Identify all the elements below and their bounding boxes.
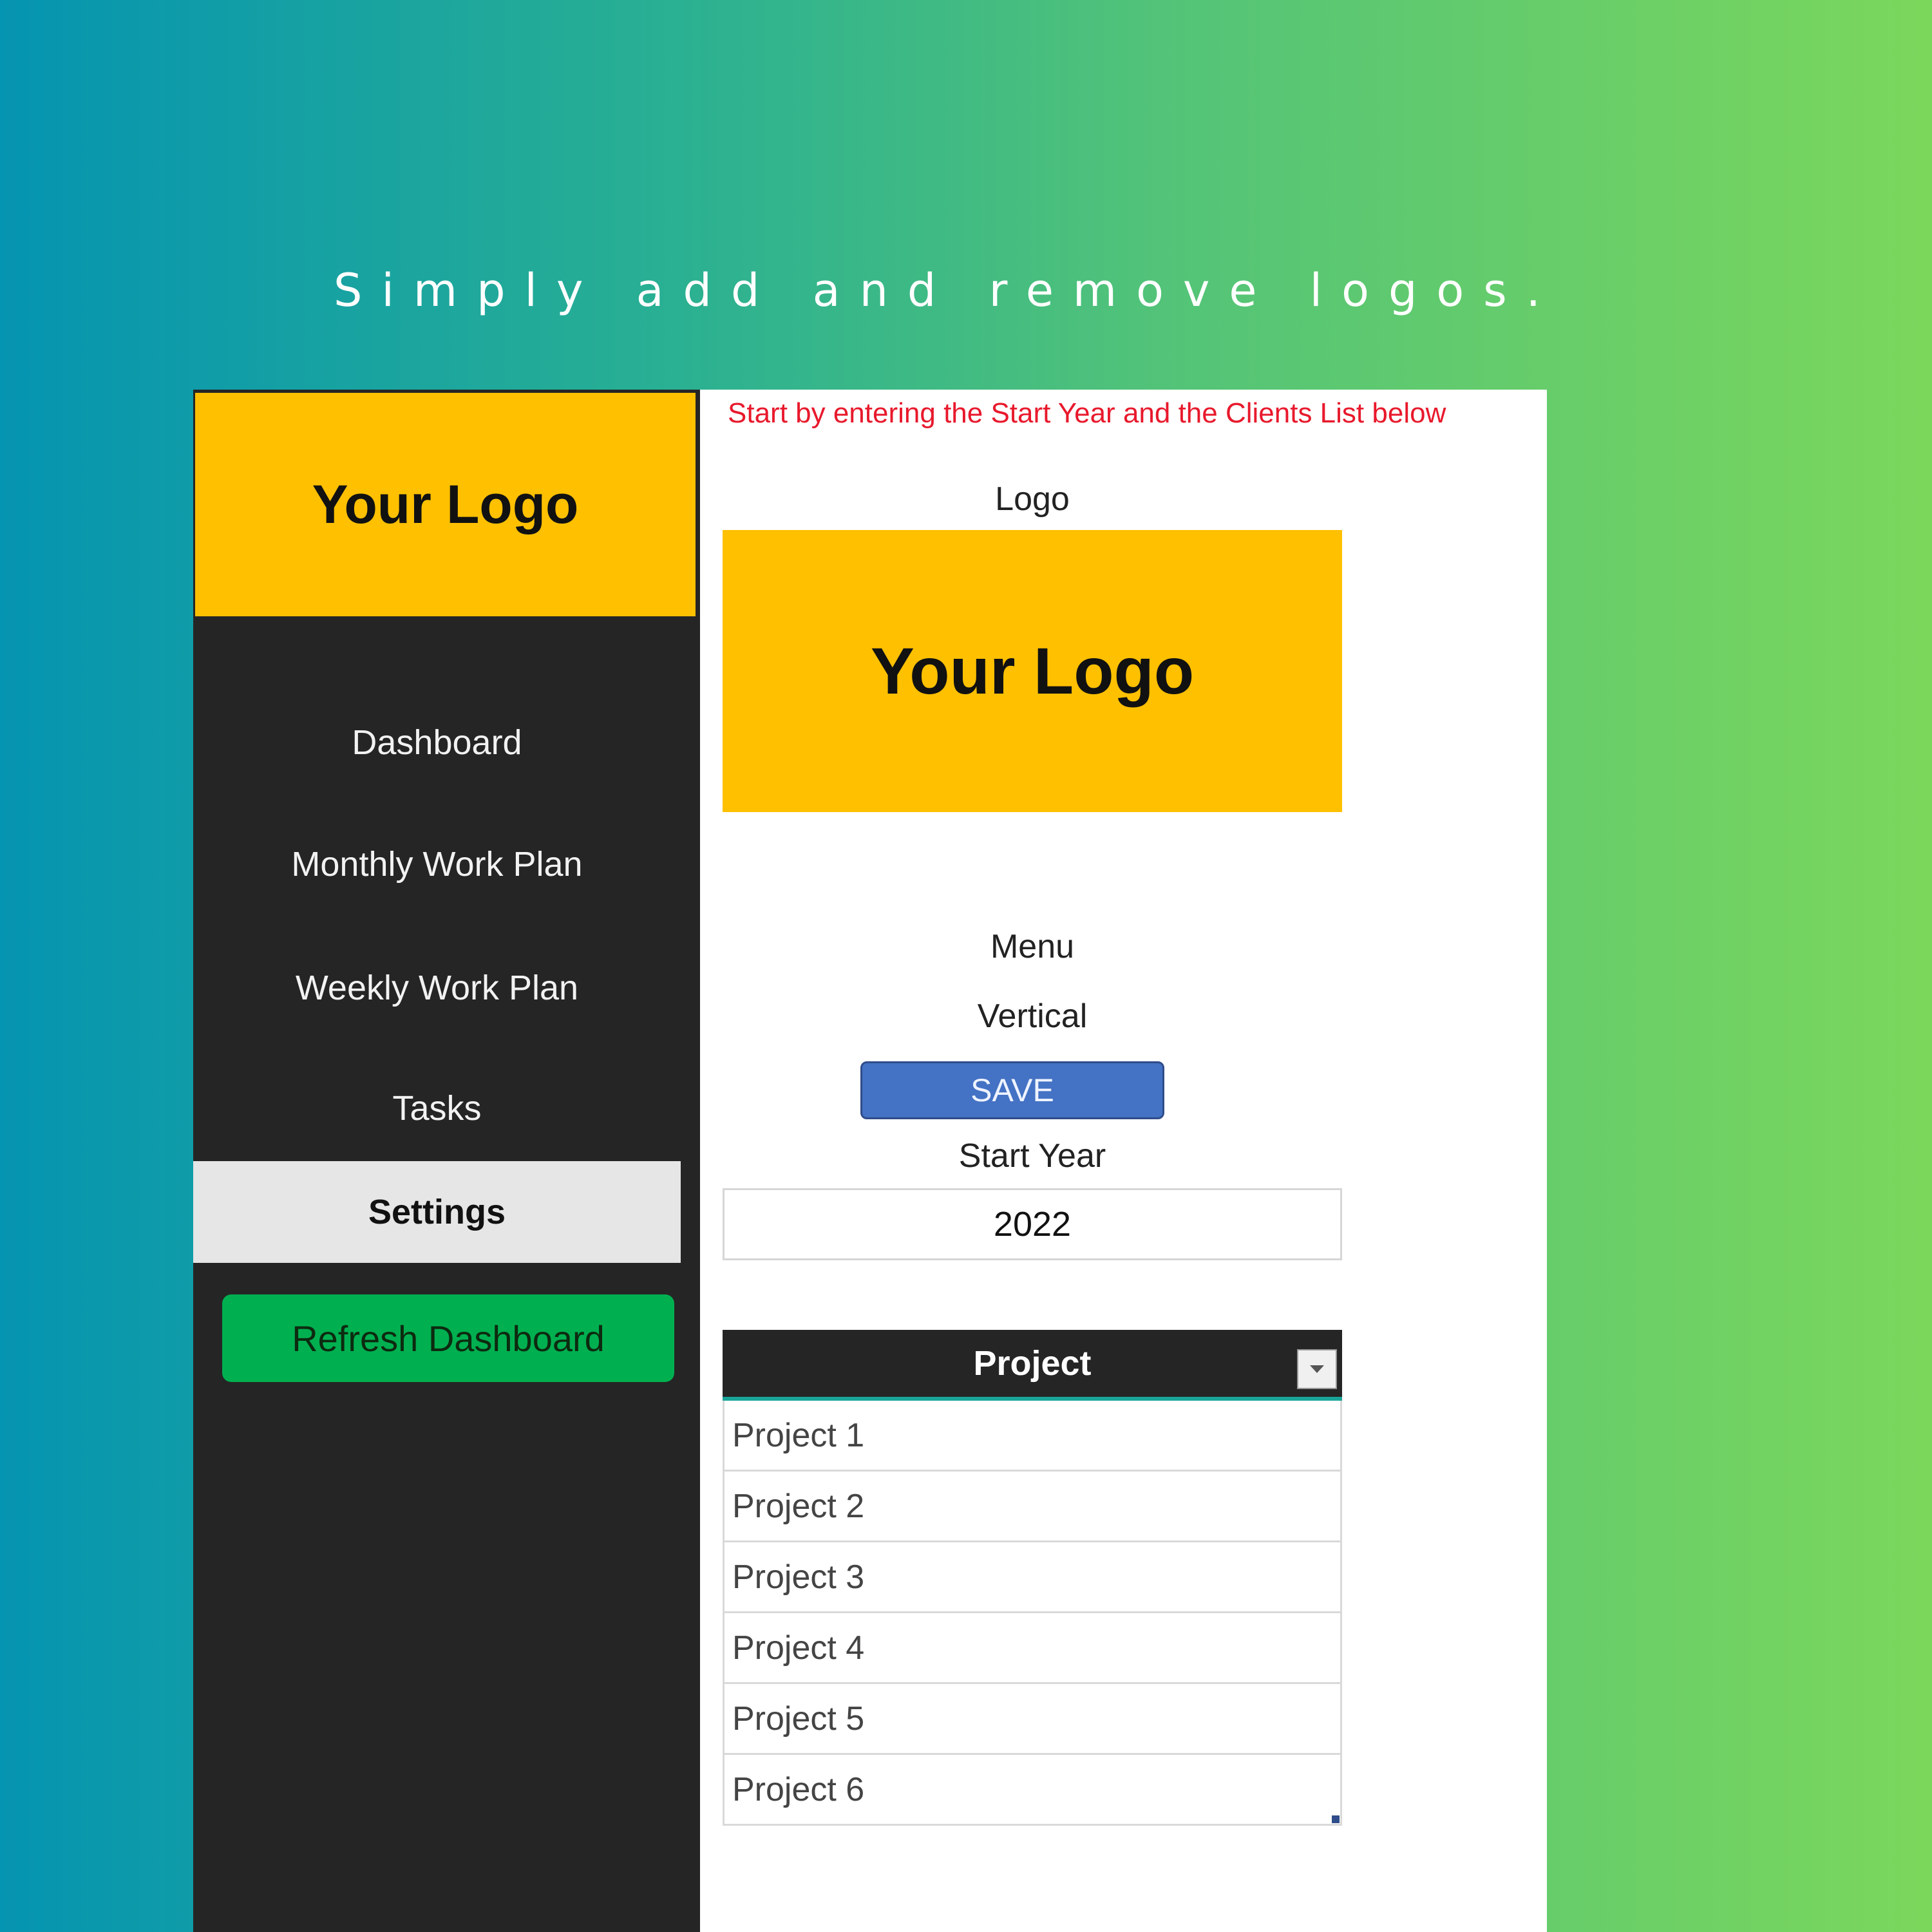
logo-placeholder-text: Your Logo	[870, 634, 1195, 708]
sidebar-item-settings[interactable]: Settings	[193, 1161, 681, 1263]
start-year-input[interactable]	[723, 1188, 1342, 1260]
menu-label: Menu	[990, 928, 1075, 965]
refresh-dashboard-button[interactable]: Refresh Dashboard	[222, 1294, 674, 1382]
sidebar-logo-text: Your Logo	[312, 474, 579, 535]
sidebar-logo: Your Logo	[195, 393, 696, 616]
table-row[interactable]: Project 4	[723, 1613, 1342, 1684]
menu-orientation-value[interactable]: Vertical	[723, 997, 1342, 1036]
table-row[interactable]: Project 1	[723, 1401, 1342, 1472]
project-table: Project Project 1 Project 2 Project 3 Proje…	[723, 1330, 1342, 1826]
table-row[interactable]: Project 5	[723, 1684, 1342, 1755]
logo-label: Logo	[995, 480, 1070, 518]
headline: Simply add and remove logos.	[334, 264, 1560, 317]
project-table-header: Project	[723, 1330, 1342, 1401]
project-column-header: Project	[973, 1344, 1092, 1383]
save-button[interactable]: SAVE	[860, 1061, 1164, 1119]
table-resize-handle[interactable]	[1332, 1815, 1340, 1823]
project-rows: Project 1 Project 2 Project 3 Project 4 Proj…	[723, 1401, 1342, 1826]
instruction-notice: Start by entering the Start Year and the…	[728, 397, 1446, 429]
sidebar-item-tasks[interactable]: Tasks	[193, 1088, 681, 1128]
table-row[interactable]: Project 3	[723, 1542, 1342, 1613]
chevron-down-icon	[1310, 1365, 1324, 1373]
start-year-label: Start Year	[958, 1137, 1106, 1175]
table-row[interactable]: Project 6	[723, 1755, 1342, 1826]
app-window: Your Logo Dashboard Monthly Work Plan We…	[193, 390, 1547, 1932]
sidebar-item-monthly-work-plan[interactable]: Monthly Work Plan	[193, 844, 681, 884]
sidebar-item-dashboard[interactable]: Dashboard	[193, 723, 681, 762]
filter-dropdown-button[interactable]	[1297, 1349, 1337, 1389]
logo-placeholder[interactable]: Your Logo	[723, 530, 1342, 812]
sidebar: Your Logo Dashboard Monthly Work Plan We…	[193, 390, 700, 1932]
sidebar-item-weekly-work-plan[interactable]: Weekly Work Plan	[193, 968, 681, 1008]
table-row[interactable]: Project 2	[723, 1472, 1342, 1542]
